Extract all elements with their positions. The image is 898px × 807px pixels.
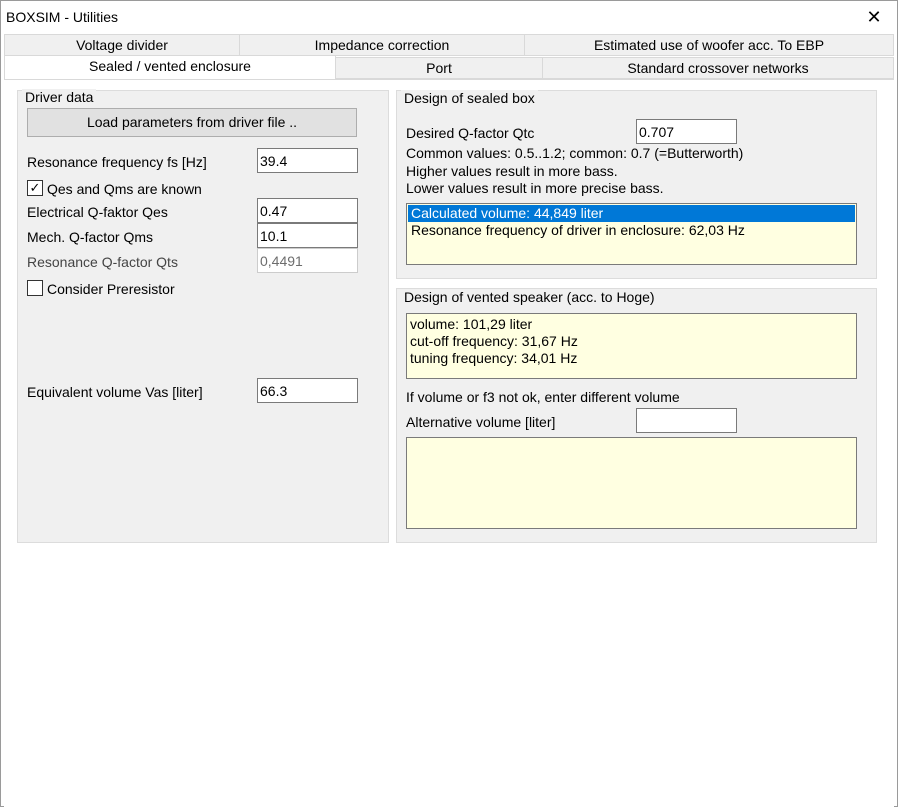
list-item[interactable]: Resonance frequency of driver in enclosu… (408, 222, 855, 239)
qtc-hint-lower: Lower values result in more precise bass… (406, 180, 664, 196)
tab-voltage-divider[interactable]: Voltage divider (4, 34, 240, 56)
tab-strip: Voltage divider Impedance correction Est… (4, 34, 894, 80)
driver-data-title: Driver data (22, 89, 97, 105)
qms-label: Mech. Q-factor Qms (27, 229, 154, 245)
qes-qms-known-label: Qes and Qms are known (47, 181, 202, 197)
vented-volume: volume: 101,29 liter (410, 316, 533, 332)
fs-label: Resonance frequency fs [Hz] (27, 154, 207, 170)
alt-volume-input[interactable] (636, 408, 737, 433)
close-icon[interactable]: ✕ (851, 1, 897, 34)
qtc-hint-higher: Higher values result in more bass. (406, 163, 618, 179)
utilities-window: BOXSIM - Utilities ✕ Voltage divider Imp… (0, 0, 898, 807)
qes-label: Electrical Q-faktor Qes (27, 204, 168, 220)
qts-label: Resonance Q-factor Qts (27, 254, 178, 270)
preresistor-label: Consider Preresistor (47, 281, 175, 297)
qes-input[interactable] (257, 198, 358, 223)
fs-input[interactable] (257, 148, 358, 173)
vented-hint: If volume or f3 not ok, enter different … (406, 389, 680, 405)
list-item[interactable]: Calculated volume: 44,849 liter (408, 205, 855, 222)
vas-input[interactable] (257, 378, 358, 403)
qtc-label: Desired Q-factor Qtc (406, 125, 535, 141)
tab-ebp[interactable]: Estimated use of woofer acc. To EBP (524, 34, 894, 56)
qms-input[interactable] (257, 223, 358, 248)
vented-tuning: tuning frequency: 34,01 Hz (410, 350, 578, 366)
window-title: BOXSIM - Utilities (6, 9, 119, 25)
qts-input (257, 248, 358, 273)
tab-content: Driver data Load parameters from driver … (4, 79, 894, 807)
vas-label: Equivalent volume Vas [liter] (27, 384, 203, 400)
tab-impedance-correction[interactable]: Impedance correction (239, 34, 525, 56)
vented-speaker-title: Design of vented speaker (acc. to Hoge) (401, 289, 658, 305)
qes-qms-known-checkbox[interactable]: ✓ (27, 180, 43, 196)
preresistor-checkbox[interactable] (27, 280, 43, 296)
qtc-input[interactable] (636, 119, 737, 144)
alt-volume-label: Alternative volume [liter] (406, 414, 556, 430)
title-bar: BOXSIM - Utilities ✕ (1, 1, 897, 34)
alt-results-box (406, 437, 857, 529)
vented-results-box: volume: 101,29 liter cut-off frequency: … (406, 313, 857, 379)
sealed-box-title: Design of sealed box (401, 90, 538, 106)
vented-cutoff: cut-off frequency: 31,67 Hz (410, 333, 578, 349)
load-parameters-button[interactable]: Load parameters from driver file .. (27, 108, 357, 137)
sealed-results-list[interactable]: Calculated volume: 44,849 liter Resonanc… (406, 203, 857, 265)
tab-sealed-vented[interactable]: Sealed / vented enclosure (4, 55, 336, 79)
qtc-hint-common: Common values: 0.5..1.2; common: 0.7 (=B… (406, 145, 744, 161)
tab-standard-crossover[interactable]: Standard crossover networks (542, 57, 894, 79)
tab-port[interactable]: Port (335, 57, 543, 79)
